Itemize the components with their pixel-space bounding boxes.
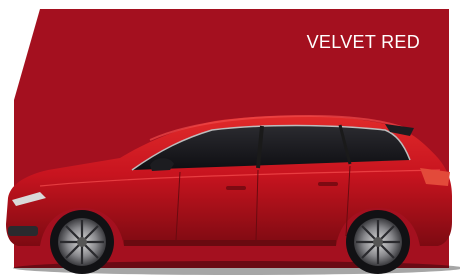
car-side-view-image	[6, 114, 460, 275]
color-preview-panel: VELVET RED	[0, 0, 460, 276]
